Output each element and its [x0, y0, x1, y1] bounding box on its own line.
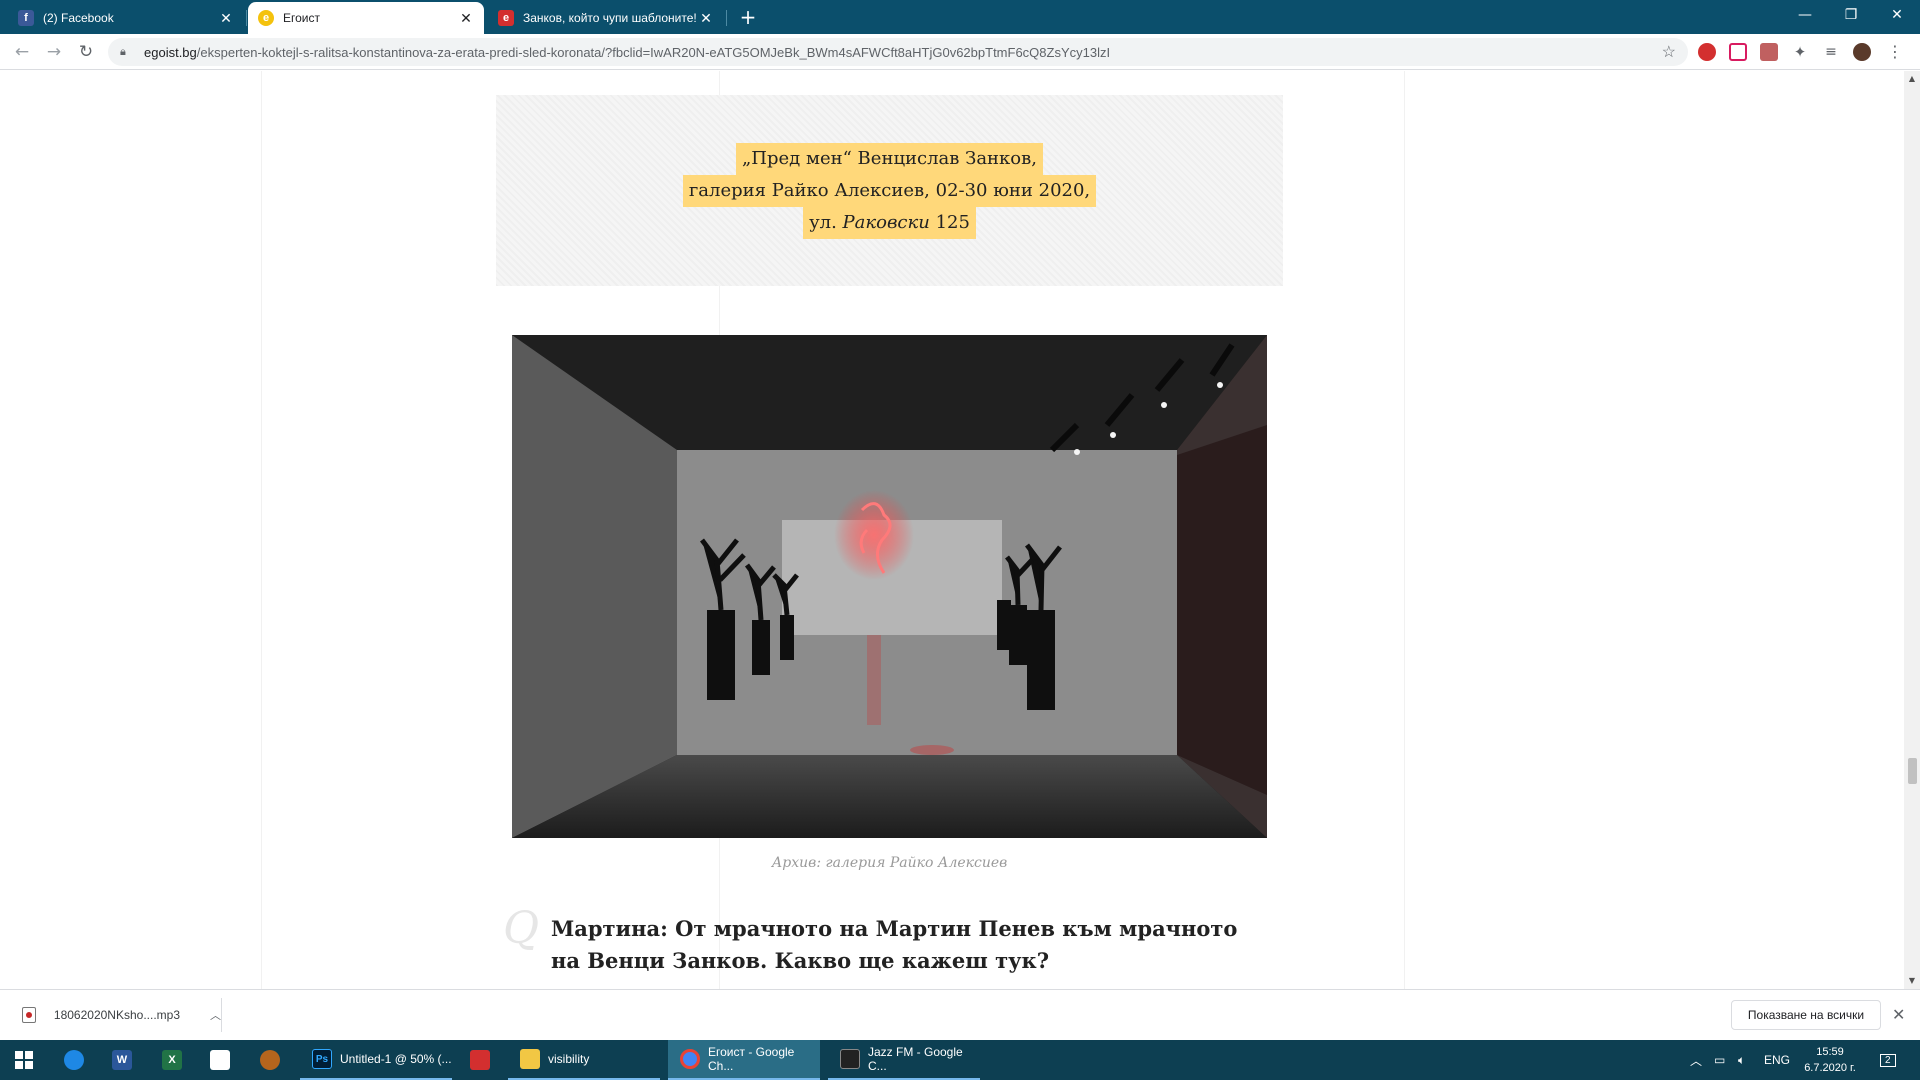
acrobat-icon[interactable]: [460, 1044, 500, 1076]
clock-date: 6.7.2020 г.: [1804, 1062, 1856, 1074]
notification-count: 2: [1880, 1053, 1896, 1067]
notepad-icon[interactable]: [200, 1044, 240, 1076]
system-clock[interactable]: 15:59 6.7.2020 г.: [1790, 1044, 1870, 1076]
download-shelf: 18062020NKsho....mp3 ︿ Показване на всич…: [0, 989, 1920, 1040]
taskbar-app-explorer[interactable]: visibility: [508, 1040, 660, 1080]
reload-icon[interactable]: ↻: [74, 40, 98, 64]
adblock-extension-icon[interactable]: [1698, 43, 1716, 61]
close-icon[interactable]: ✕: [458, 10, 474, 27]
forward-arrow-icon[interactable]: →: [42, 40, 66, 64]
scroll-down-arrow-icon[interactable]: ▼: [1904, 973, 1920, 989]
tab-title: Егоист: [283, 11, 320, 25]
exhibition-venue: галерия Райко Алексиев, 02-30 юни 2020,: [682, 174, 1097, 207]
layout-guide: [261, 71, 262, 989]
extensions-puzzle-icon[interactable]: ✦: [1791, 43, 1809, 61]
download-file-name: 18062020NKsho....mp3: [53, 1008, 180, 1022]
pdf-extension-icon[interactable]: [1760, 43, 1778, 61]
edge-icon[interactable]: [54, 1044, 94, 1076]
layout-guide: [1404, 71, 1405, 989]
browser-tab-strip: f (2) Facebook ✕ e Егоист ✕ e Занков, ко…: [0, 0, 1920, 34]
lock-icon: 🔒︎: [120, 45, 126, 58]
photo-caption: Архив: галерия Райко Алексиев: [771, 855, 1008, 871]
taskbar-app-label: Untitled-1 @ 50% (...: [340, 1052, 452, 1066]
tab-title: Занков, който чупи шаблоните!: [523, 11, 697, 25]
menu-dots-icon[interactable]: ⋮: [1886, 43, 1904, 61]
taskbar-app-photoshop[interactable]: Ps Untitled-1 @ 50% (...: [300, 1040, 452, 1080]
taskbar-app-chrome-jazzfm[interactable]: Jazz FM - Google C...: [828, 1040, 980, 1080]
new-tab-button[interactable]: +: [736, 6, 760, 30]
url-path: /eksperten-koktejl-s-ralitsa-konstantino…: [196, 44, 1111, 60]
chrome-icon: [680, 1049, 700, 1069]
restore-icon[interactable]: ❐: [1828, 0, 1874, 30]
tab-egoist[interactable]: e Егоист ✕: [248, 2, 484, 34]
url-host: egoist.bg: [144, 44, 197, 60]
tab-title: (2) Facebook: [43, 11, 114, 25]
download-item[interactable]: 18062020NKsho....mp3 ︿: [12, 998, 222, 1032]
gallery-photo-illustration: [512, 335, 1267, 838]
egoist-red-icon: e: [498, 10, 514, 26]
exhibition-info-box: „Пред мен“ Венцислав Занков, галерия Рай…: [496, 95, 1283, 286]
word-icon[interactable]: W: [102, 1044, 142, 1076]
scroll-up-arrow-icon[interactable]: ▲: [1904, 71, 1920, 87]
close-icon[interactable]: ✕: [1892, 1005, 1905, 1024]
gallery-photo: [512, 335, 1267, 838]
taskbar-app-label: visibility: [548, 1052, 590, 1066]
network-icon[interactable]: ▭: [1714, 1040, 1725, 1080]
page-viewport: „Пред мен“ Венцислав Занков, галерия Рай…: [0, 71, 1904, 989]
clock-time: 15:59: [1816, 1046, 1844, 1058]
taskbar-app-label: Jazz FM - Google C...: [868, 1045, 963, 1073]
minimize-icon[interactable]: —: [1782, 0, 1828, 30]
tab-separator: [726, 10, 727, 26]
exhibition-address: ул. Раковски 125: [803, 206, 976, 239]
globe-app-icon[interactable]: [250, 1044, 290, 1076]
back-arrow-icon[interactable]: ←: [10, 40, 34, 64]
profile-avatar[interactable]: [1853, 43, 1871, 61]
excel-icon[interactable]: X: [152, 1044, 192, 1076]
windows-taskbar: W X Ps Untitled-1 @ 50% (... visibility …: [0, 1040, 1920, 1080]
egoist-icon: e: [258, 10, 274, 26]
scrollbar-thumb[interactable]: [1908, 758, 1917, 784]
windows-start-icon[interactable]: [4, 1044, 44, 1076]
tab-separator: [246, 10, 247, 26]
pocket-extension-icon[interactable]: [1729, 43, 1747, 61]
window-close-icon[interactable]: ✕: [1874, 0, 1920, 30]
jazzfm-icon: [840, 1049, 860, 1069]
notification-center-icon[interactable]: 2: [1880, 1040, 1896, 1080]
input-language[interactable]: ENG: [1764, 1040, 1790, 1080]
close-icon[interactable]: ✕: [698, 10, 714, 27]
browser-toolbar: ← → ↻ 🔒︎ egoist.bg /eksperten-koktejl-s-…: [0, 34, 1920, 70]
folder-icon: [520, 1049, 540, 1069]
photoshop-icon: Ps: [312, 1049, 332, 1069]
chevron-up-icon[interactable]: ︿: [210, 1007, 221, 1023]
interview-question: Мартина: От мрачното на Мартин Пенев към…: [551, 916, 1238, 973]
tray-chevron-icon[interactable]: ︿: [1690, 1040, 1702, 1080]
exhibition-title: „Пред мен“ Венцислав Занков,: [735, 142, 1043, 175]
media-queue-icon[interactable]: ≡: [1822, 43, 1840, 61]
show-all-downloads-button[interactable]: Показване на всички: [1731, 1000, 1881, 1030]
audio-file-icon: [22, 1007, 36, 1023]
question-mark-decoration: Q: [503, 903, 540, 954]
bookmark-star-icon[interactable]: ☆: [1662, 42, 1676, 62]
facebook-icon: f: [18, 10, 34, 26]
volume-icon[interactable]: 🔈︎: [1738, 1040, 1745, 1080]
tab-zankov[interactable]: e Занков, който чупи шаблоните! ✕: [488, 2, 724, 34]
close-icon[interactable]: ✕: [218, 10, 234, 27]
page-scrollbar[interactable]: ▲ ▼: [1904, 71, 1920, 989]
address-bar[interactable]: 🔒︎ egoist.bg /eksperten-koktejl-s-ralits…: [108, 38, 1688, 66]
taskbar-app-label: Егоист - Google Ch...: [708, 1045, 795, 1073]
taskbar-app-chrome-egoist[interactable]: Егоист - Google Ch...: [668, 1040, 820, 1080]
tab-facebook[interactable]: f (2) Facebook ✕: [8, 2, 244, 34]
